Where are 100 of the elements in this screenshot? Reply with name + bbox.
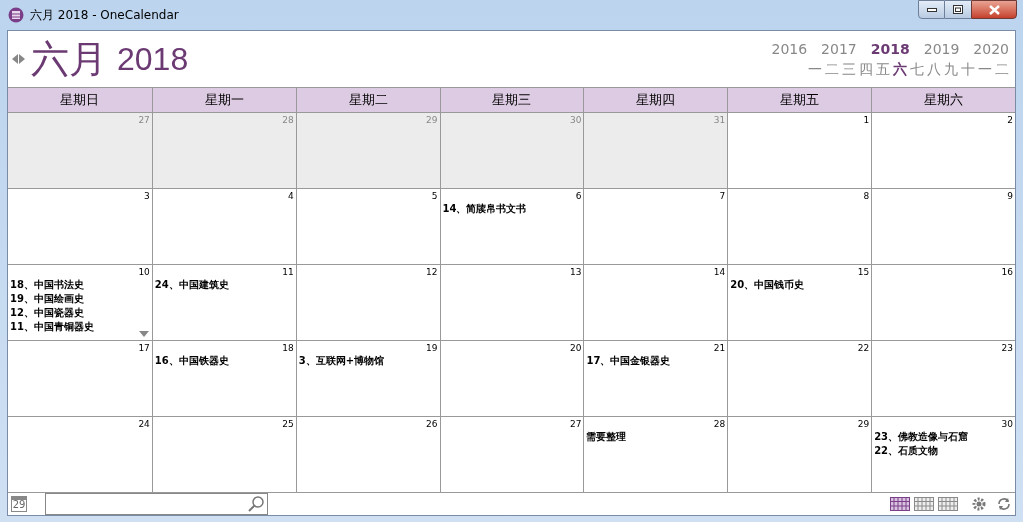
- day-cell[interactable]: 6 14、简牍帛书文书: [439, 189, 584, 264]
- calendar-event[interactable]: 需要整理: [586, 430, 726, 444]
- calendar-event[interactable]: 3、互联网+博物馆: [298, 354, 438, 368]
- day-number: 10: [138, 267, 150, 278]
- day-number: 30: [1001, 419, 1013, 430]
- calendar-event[interactable]: 24、中国建筑史: [154, 278, 294, 292]
- day-cell[interactable]: 1: [727, 113, 872, 188]
- day-cell[interactable]: 25: [151, 417, 296, 492]
- calendar-event[interactable]: 11、中国青铜器史: [10, 320, 150, 334]
- day-number: 19: [426, 343, 438, 354]
- weekday-header: 星期一: [151, 88, 296, 112]
- day-number: 12: [426, 267, 438, 278]
- year-link[interactable]: 2016: [771, 42, 808, 56]
- maximize-button[interactable]: [945, 0, 971, 19]
- day-number: 13: [569, 267, 582, 278]
- minimize-button[interactable]: [918, 0, 945, 19]
- day-cell[interactable]: 12: [295, 265, 440, 340]
- year-link[interactable]: 2018: [870, 42, 910, 56]
- calendar-event[interactable]: 18、中国书法史: [10, 278, 150, 292]
- calendar-event[interactable]: 19、中国绘画史: [10, 292, 150, 306]
- day-number: 16: [1001, 267, 1013, 278]
- day-cell[interactable]: 19 3、互联网+博物馆: [295, 341, 440, 416]
- month-link[interactable]: 九: [944, 62, 958, 76]
- day-cell[interactable]: 29: [727, 417, 872, 492]
- day-number: 21: [713, 343, 726, 354]
- day-cell[interactable]: 4: [151, 189, 296, 264]
- calendar-event[interactable]: 17、中国金银器史: [586, 354, 726, 368]
- weekday-header: 星期六: [871, 88, 1015, 112]
- search-field[interactable]: [45, 493, 268, 515]
- close-button[interactable]: [971, 0, 1017, 19]
- day-number: 28: [282, 115, 294, 126]
- day-cell[interactable]: 5: [295, 189, 440, 264]
- day-number: 2: [1007, 115, 1013, 126]
- next-month-button[interactable]: [19, 54, 25, 64]
- grid-view-icon[interactable]: [914, 497, 934, 511]
- month-link[interactable]: 六: [893, 62, 907, 76]
- month-link[interactable]: 四: [859, 62, 873, 76]
- day-number: 3: [144, 191, 150, 202]
- grid-icon: [938, 497, 958, 511]
- day-cell[interactable]: 28 需要整理: [583, 417, 728, 492]
- day-cell[interactable]: 8: [727, 189, 872, 264]
- day-cell[interactable]: 26: [295, 417, 440, 492]
- minimize-icon: [926, 7, 937, 12]
- day-number: 11: [282, 267, 294, 278]
- weekday-header: 星期四: [583, 88, 728, 112]
- month-link[interactable]: 一: [808, 62, 822, 76]
- day-number: 31: [713, 115, 726, 126]
- day-cell[interactable]: 20: [439, 341, 584, 416]
- day-cell[interactable]: 13: [439, 265, 584, 340]
- day-number: 14: [713, 267, 726, 278]
- month-link[interactable]: 一: [978, 62, 992, 76]
- calendar-event[interactable]: 20、中国钱币史: [730, 278, 870, 292]
- day-number: 27: [138, 115, 150, 126]
- day-cell[interactable]: 23: [871, 341, 1015, 416]
- day-cell[interactable]: 27: [439, 417, 584, 492]
- calendar-event[interactable]: 22、石质文物: [874, 444, 1013, 458]
- year-link[interactable]: 2020: [973, 42, 1009, 56]
- day-cell[interactable]: 21 17、中国金银器史: [583, 341, 728, 416]
- day-cell[interactable]: 9: [871, 189, 1015, 264]
- day-cell[interactable]: 18 16、中国铁器史: [151, 341, 296, 416]
- day-cell[interactable]: 14: [583, 265, 728, 340]
- month-link[interactable]: 三: [842, 62, 856, 76]
- day-cell[interactable]: 30 23、佛教造像与石窟 22、石质文物: [871, 417, 1015, 492]
- grid-view-icon[interactable]: [938, 497, 958, 511]
- calendar-event[interactable]: 23、佛教造像与石窟: [874, 430, 1013, 444]
- day-cell[interactable]: 16: [871, 265, 1015, 340]
- month-link[interactable]: 二: [995, 62, 1009, 76]
- grid-icon: [890, 497, 910, 511]
- grid-view-icon[interactable]: [890, 497, 910, 511]
- calendar-event[interactable]: 14、简牍帛书文书: [442, 202, 582, 216]
- window-title: 六月 2018 - OneCalendar: [30, 7, 179, 24]
- settings-icon[interactable]: [972, 497, 986, 511]
- prev-month-button[interactable]: [12, 54, 18, 64]
- day-number: 25: [282, 419, 294, 430]
- calendar-event[interactable]: 12、中国瓷器史: [10, 306, 150, 320]
- day-cell[interactable]: 15 20、中国钱币史: [727, 265, 872, 340]
- day-number: 9: [1007, 191, 1013, 202]
- day-number: 17: [138, 343, 150, 354]
- day-number: 29: [857, 419, 870, 430]
- day-cell[interactable]: 7: [583, 189, 728, 264]
- month-title: 六月: [31, 40, 107, 78]
- day-number: 15: [857, 267, 870, 278]
- day-cell[interactable]: 11 24、中国建筑史: [151, 265, 296, 340]
- day-cell[interactable]: 22: [727, 341, 872, 416]
- month-link[interactable]: 七: [910, 62, 924, 76]
- calendar-event[interactable]: 16、中国铁器史: [154, 354, 294, 368]
- day-number: 23: [1001, 343, 1013, 354]
- month-link[interactable]: 十: [961, 62, 975, 76]
- month-link[interactable]: 二: [825, 62, 839, 76]
- month-link[interactable]: 五: [876, 62, 890, 76]
- more-events-icon[interactable]: [138, 331, 149, 337]
- day-cell[interactable]: 10 18、中国书法史 19、中国绘画史 12、中国瓷器史 11、中国青铜器史: [8, 265, 152, 340]
- year-link[interactable]: 2017: [821, 42, 857, 56]
- year-link[interactable]: 2019: [923, 42, 960, 56]
- sync-icon[interactable]: [996, 497, 1012, 511]
- day-cell[interactable]: 2: [871, 113, 1015, 188]
- month-link[interactable]: 八: [927, 62, 941, 76]
- today-button[interactable]: 29: [11, 496, 27, 512]
- day-number: 26: [426, 419, 438, 430]
- app-icon: [8, 7, 24, 23]
